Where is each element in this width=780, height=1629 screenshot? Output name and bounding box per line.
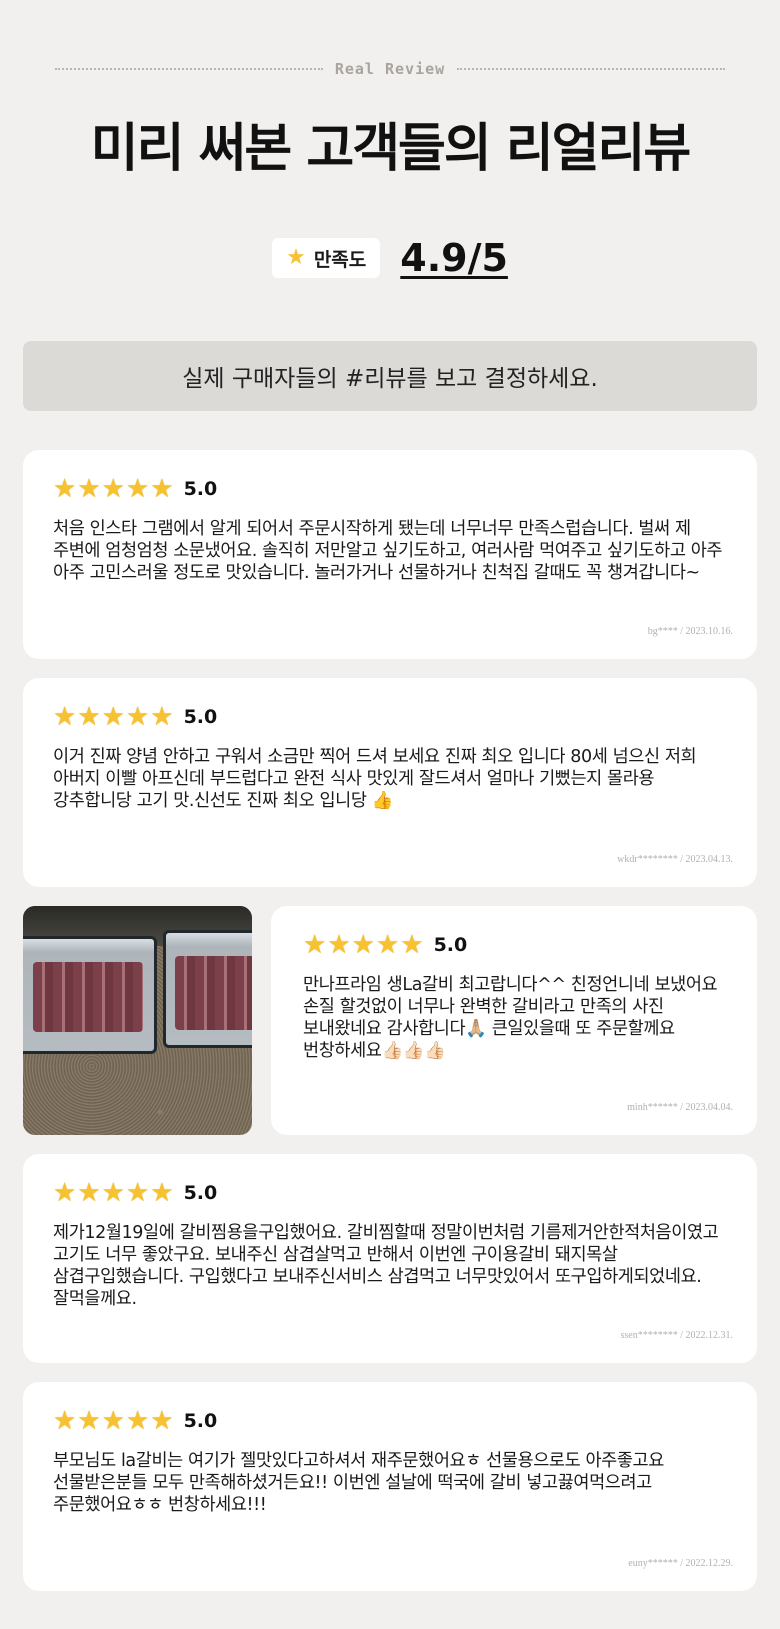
review-photo[interactable] <box>23 906 252 1135</box>
star-icon: ★ <box>125 1406 150 1436</box>
review-meta: bg**** / 2023.10.16. <box>647 626 733 637</box>
star-icon: ★ <box>53 474 77 504</box>
real-review-tagline: Real Review <box>55 58 725 80</box>
review-card: ★ ★ ★ ★ ★ 5.0 만나프라임 생La갈비 최고랍니다^^ 친정언니네 보냈어요… <box>271 906 757 1135</box>
review-text: 처음 인스타 그램에서 알게 되어서 주문시작하게 됐는데 너무너무 만족스럽습… <box>53 519 723 583</box>
star-rating: ★ ★ ★ ★ ★ <box>53 476 174 502</box>
review-rating-value: 5.0 <box>183 1410 218 1432</box>
page-title: 미리 써본 고객들의 리얼리뷰 <box>90 119 691 179</box>
star-icon: ★ <box>77 1406 101 1436</box>
star-icon: ★ <box>101 702 125 732</box>
star-icon: ★ <box>327 930 351 960</box>
star-icon: ★ <box>303 930 327 960</box>
review-text: 만나프라임 생La갈비 최고랍니다^^ 친정언니네 보냈어요 손질 할것없이 너… <box>303 975 718 1061</box>
star-icon: ★ <box>125 702 150 732</box>
star-icon: ★ <box>53 1406 77 1436</box>
star-rating: ★ ★ ★ ★ ★ <box>53 704 174 730</box>
star-rating: ★ ★ ★ ★ ★ <box>53 1408 174 1434</box>
star-icon: ★ <box>101 1406 125 1436</box>
star-icon: ★ <box>351 930 375 960</box>
star-icon: ★ <box>53 1178 77 1208</box>
dotted-divider-right <box>457 68 725 70</box>
star-icon: ★ <box>101 1178 125 1208</box>
review-meta: ssen******** / 2022.12.31. <box>620 1330 734 1341</box>
star-icon: ★ <box>150 1178 174 1208</box>
dotted-divider-left <box>55 68 323 70</box>
overall-rating: ★ 만족도 4.9/5 <box>0 236 780 280</box>
star-icon: ★ <box>101 474 125 504</box>
review-card: ★ ★ ★ ★ ★ 5.0 처음 인스타 그램에서 알게 되어서 주문시작하게 됐는데 … <box>23 450 757 659</box>
review-text: 이거 진짜 양념 안하고 구워서 소금만 찍어 드셔 보세요 진짜 최오 입니다… <box>53 747 697 811</box>
review-text: 제가12월19일에 갈비찜용을구입했어요. 갈비찜할때 정말이번처럼 기름제거안… <box>53 1223 719 1309</box>
star-icon: ★ <box>375 930 400 960</box>
review-text: 부모님도 la갈비는 여기가 젤맛있다고하셔서 재주문했어요ㅎ 선물용으로도 아… <box>53 1451 664 1515</box>
review-rating-value: 5.0 <box>183 478 218 500</box>
star-icon: ★ <box>125 474 150 504</box>
star-icon: ★ <box>77 702 101 732</box>
star-icon: ★ <box>150 702 174 732</box>
review-card: ★ ★ ★ ★ ★ 5.0 제가12월19일에 갈비찜용을구입했어요. 갈비찜할때 정말… <box>23 1154 757 1363</box>
star-icon: ★ <box>125 1178 150 1208</box>
review-rating-value: 5.0 <box>433 934 468 956</box>
review-banner: 실제 구매자들의 #리뷰를 보고 결정하세요. <box>23 341 757 411</box>
satisfaction-badge: ★ 만족도 <box>272 238 381 278</box>
star-rating: ★ ★ ★ ★ ★ <box>53 1180 174 1206</box>
satisfaction-label: 만족도 <box>313 248 367 271</box>
tagline-text: Real Review <box>334 60 446 78</box>
review-rating-value: 5.0 <box>183 1182 218 1204</box>
star-icon: ★ <box>77 1178 101 1208</box>
overall-score: 4.9/5 <box>400 236 508 280</box>
star-rating: ★ ★ ★ ★ ★ <box>303 932 424 958</box>
star-icon: ★ <box>150 1406 174 1436</box>
review-meta: minh****** / 2023.04.04. <box>627 1102 733 1113</box>
review-card: ★ ★ ★ ★ ★ 5.0 이거 진짜 양념 안하고 구워서 소금만 찍어 드셔 보세요… <box>23 678 757 887</box>
review-meta: wkdr******** / 2023.04.13. <box>617 854 733 865</box>
star-icon: ★ <box>150 474 174 504</box>
review-rating-value: 5.0 <box>183 706 218 728</box>
star-icon: ★ <box>286 245 306 270</box>
star-icon: ★ <box>53 702 77 732</box>
review-card: ★ ★ ★ ★ ★ 5.0 부모님도 la갈비는 여기가 젤맛있다고하셔서 재주문했어요… <box>23 1382 757 1591</box>
star-icon: ★ <box>77 474 101 504</box>
review-meta: euny****** / 2022.12.29. <box>628 1558 733 1569</box>
star-icon: ★ <box>400 930 424 960</box>
